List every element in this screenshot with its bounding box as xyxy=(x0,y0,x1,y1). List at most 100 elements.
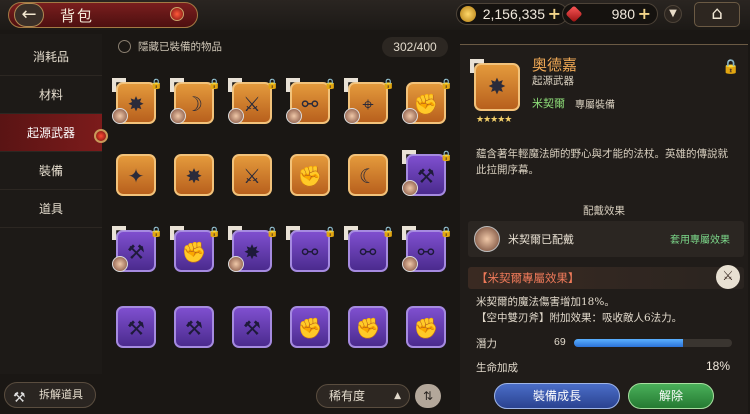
avatar xyxy=(344,108,360,124)
arrow-left-icon: ← xyxy=(21,4,37,25)
hp-bonus-label: 生命加成 xyxy=(476,362,518,374)
unequip-button[interactable]: 解除 xyxy=(628,383,714,409)
nav-item-consumables[interactable]: 消耗品 xyxy=(0,38,102,76)
lock-icon: 🔒 xyxy=(324,227,337,238)
lock-icon: 🔒 xyxy=(382,227,395,238)
bow-icon: ☾ xyxy=(359,164,377,188)
nav-item-origin-weapons[interactable]: 起源武器 xyxy=(0,114,102,152)
shuriken-icon: ✦ xyxy=(127,164,145,188)
equipped-mark-icon xyxy=(228,78,242,92)
avatar xyxy=(112,256,128,272)
chain-icon: ⚯ xyxy=(359,240,377,264)
inventory-slot[interactable]: ✊ xyxy=(348,306,388,348)
lock-icon: 🔒 xyxy=(440,227,453,238)
lock-icon[interactable]: 🔒 xyxy=(722,59,739,75)
dismantle-label: 拆解道具 xyxy=(39,388,83,401)
home-button[interactable]: ⌂ xyxy=(694,2,740,27)
staff-icon: ✸ xyxy=(487,75,507,100)
exclusive-effect-line-2: 【空中雙刃斧】附加效果：吸收敵人6法力。 xyxy=(476,312,683,324)
avatar xyxy=(402,256,418,272)
exclusive-effect-title: 【米契爾專屬效果】 xyxy=(476,271,580,285)
nav-item-materials[interactable]: 材料 xyxy=(0,76,102,114)
staff-icon: ✸ xyxy=(185,164,203,188)
inventory-slot[interactable]: ⚯ 🔒 xyxy=(286,226,336,272)
equipped-mark-icon xyxy=(344,78,358,92)
checkbox-icon[interactable] xyxy=(118,40,131,53)
equipped-mark-icon xyxy=(286,78,300,92)
exclusive-effect-desc: 米契爾的魔法傷害增加18%。 【空中雙刃斧】附加效果：吸收敵人6法力。 xyxy=(476,294,738,326)
chevron-down-icon: ▼ xyxy=(669,8,677,19)
avatar xyxy=(402,180,418,196)
lock-icon: 🔒 xyxy=(208,79,221,90)
inventory-slot[interactable]: ⌖ 🔒 xyxy=(344,78,394,124)
gold-value: 2,156,335 xyxy=(482,6,545,22)
item-type: 起源武器 xyxy=(532,75,574,87)
equipped-mark-icon xyxy=(228,226,242,240)
back-button[interactable]: ← xyxy=(14,3,44,27)
category-nav: 消耗品 材料 起源武器 裝備 道具 xyxy=(0,34,102,374)
coin-icon xyxy=(460,6,476,22)
inventory-slot[interactable]: ⚯ 🔒 xyxy=(286,78,336,124)
inventory-slot[interactable]: ✊ xyxy=(290,306,330,348)
exclusive-effect-line-1: 米契爾的魔法傷害增加18%。 xyxy=(476,296,615,308)
nav-item-equipment[interactable]: 裝備 xyxy=(0,152,102,190)
apply-exclusive-link[interactable]: 套用專屬效果 xyxy=(670,231,730,246)
item-detail-panel: ✸ 奧德嘉 起源武器 米契爾 專屬裝備 ★★★★★ 🔒 蘊含著年輕魔法師的野心與… xyxy=(460,44,748,414)
lock-icon: 🔒 xyxy=(324,79,337,90)
inventory-slot[interactable]: ✸ xyxy=(174,154,214,196)
inventory-slot[interactable]: ✊ 🔒 xyxy=(170,226,220,272)
inventory-slot[interactable]: ✊ xyxy=(290,154,330,196)
avatar xyxy=(170,108,186,124)
equipped-mark-icon xyxy=(402,150,416,164)
avatar xyxy=(286,108,302,124)
inventory-slot[interactable]: ✊ 🔒 xyxy=(402,79,452,124)
item-image: ✸ xyxy=(470,59,520,111)
gem-counter: 980 + xyxy=(562,3,658,25)
inventory-slot[interactable]: ☽ 🔒 xyxy=(170,78,220,124)
sort-dropdown[interactable]: 稀有度 ▲ xyxy=(316,384,410,408)
inventory-slot[interactable]: ⚯ 🔒 xyxy=(402,226,452,272)
nav-item-items[interactable]: 道具 xyxy=(0,190,102,228)
hide-equipped-toggle[interactable]: 隱藏已裝備的物品 xyxy=(116,39,222,55)
gauntlet-icon: ✊ xyxy=(413,316,439,340)
inventory-slot[interactable]: ⚔ xyxy=(232,154,272,196)
dropdown-button[interactable]: ▼ xyxy=(664,5,682,23)
inventory-slot[interactable]: ⚒ xyxy=(174,306,214,348)
add-gem-button[interactable]: + xyxy=(638,4,651,23)
equipped-by-box: 米契爾已配戴 套用專屬效果 xyxy=(468,221,744,257)
dismantle-button[interactable]: ⚒ 拆解道具 xyxy=(4,382,96,408)
equipment-growth-button[interactable]: 裝備成長 xyxy=(494,383,620,409)
inventory-slot[interactable]: ⚒ 🔒 xyxy=(402,150,452,196)
inventory-slot[interactable]: ⚔ 🔒 xyxy=(228,78,278,124)
item-description: 蘊含著年輕魔法師的野心與才能的法杖。英雄的傳說就此拉開序幕。 xyxy=(476,148,728,176)
equipped-mark-icon xyxy=(470,59,484,73)
equipped-mark-icon xyxy=(286,226,300,240)
inventory-slot[interactable]: ☾ xyxy=(348,154,388,196)
equipped-mark-icon xyxy=(344,226,358,240)
axe-icon: ⚒ xyxy=(185,316,203,340)
equipped-mark-icon xyxy=(170,226,184,240)
crossed-swords-icon[interactable]: ⚔ xyxy=(716,265,740,289)
inventory-count: 302/400 xyxy=(382,37,448,57)
inventory-slot[interactable]: ⚒ 🔒 xyxy=(112,226,162,272)
inventory-slot[interactable]: ✸ 🔒 xyxy=(112,78,162,124)
inventory-slot[interactable]: ✸ 🔒 xyxy=(228,226,278,272)
item-owner-suffix: 專屬裝備 xyxy=(575,100,615,111)
gem-value: 980 xyxy=(611,6,635,22)
axe-icon: ⚒ xyxy=(243,316,261,340)
hammer-icon: ⚒ xyxy=(13,390,26,406)
sort-label: 稀有度 xyxy=(329,389,366,403)
equipped-mark-icon xyxy=(170,78,184,92)
sort-order-button[interactable]: ⇅ xyxy=(415,384,441,408)
inventory-slot[interactable]: ⚒ xyxy=(232,306,272,348)
inventory-slot[interactable]: ⚯ 🔒 xyxy=(344,226,394,272)
add-gold-button[interactable]: + xyxy=(548,4,561,23)
inventory-slot[interactable]: ⚒ xyxy=(116,306,156,348)
avatar xyxy=(474,226,500,252)
gold-counter: 2,156,335 + xyxy=(456,3,568,25)
avatar xyxy=(402,108,418,124)
gauntlet-icon: ✊ xyxy=(297,164,323,188)
inventory-slot[interactable]: ✦ xyxy=(116,154,156,196)
hp-bonus-stat: 生命加成 18% xyxy=(468,357,744,377)
inventory-slot[interactable]: ✊ xyxy=(406,306,446,348)
